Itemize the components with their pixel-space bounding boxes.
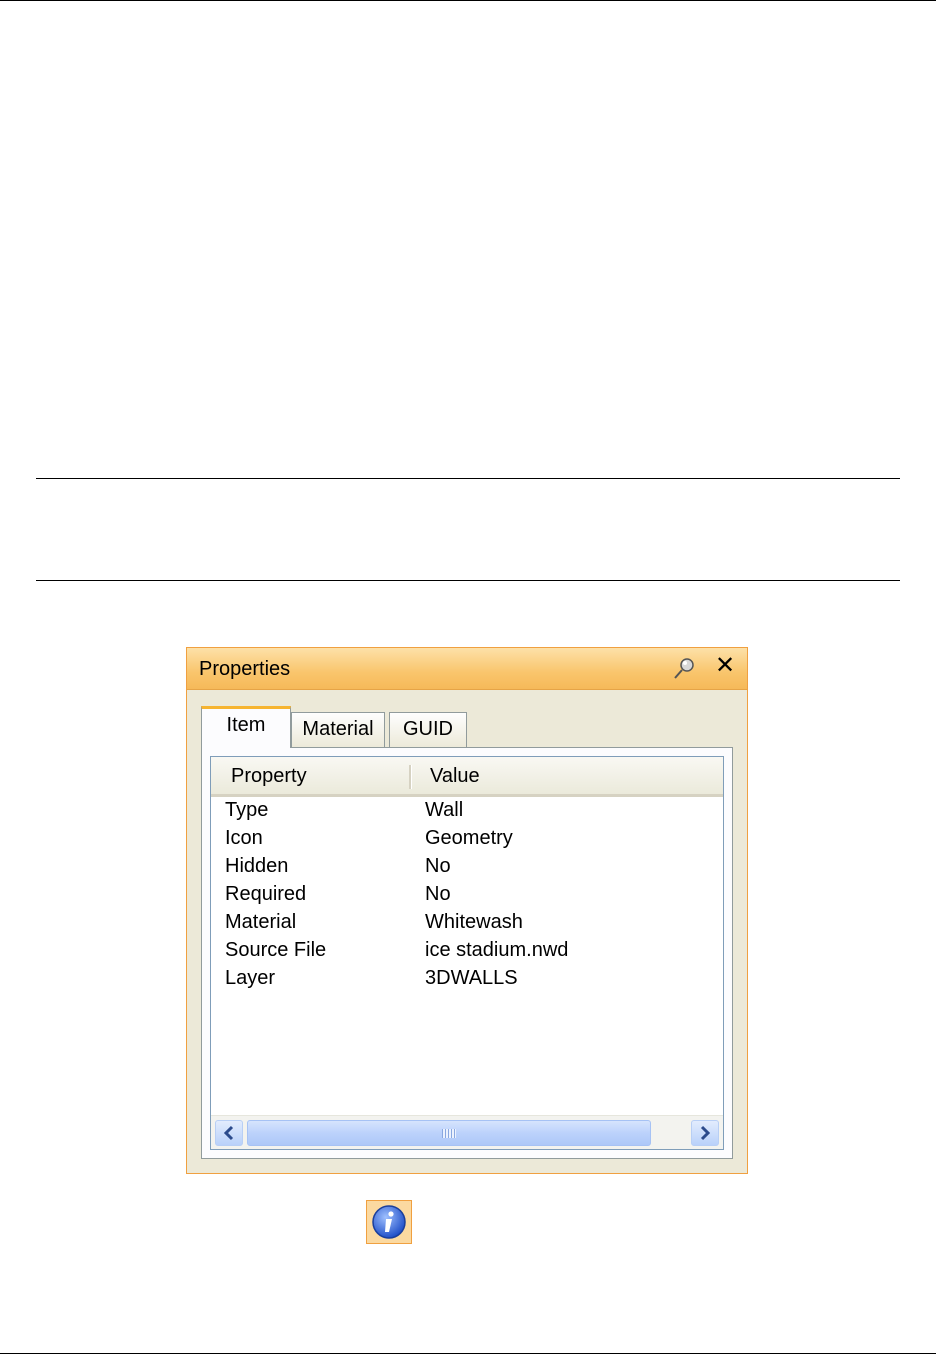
table-row[interactable]: Hidden No bbox=[211, 855, 723, 883]
property-value: ice stadium.nwd bbox=[425, 939, 569, 961]
tab-guid[interactable]: GUID bbox=[389, 712, 467, 748]
property-name: Required bbox=[225, 883, 307, 905]
property-value: No bbox=[425, 855, 451, 877]
chevron-left-icon bbox=[223, 1125, 234, 1141]
scroll-thumb[interactable] bbox=[247, 1120, 651, 1146]
column-divider[interactable] bbox=[409, 765, 412, 789]
property-value: Whitewash bbox=[425, 911, 523, 933]
bottom-rule bbox=[0, 1353, 936, 1354]
property-value: Geometry bbox=[425, 827, 513, 849]
chevron-right-icon bbox=[700, 1125, 711, 1141]
section-rule-upper bbox=[36, 478, 900, 479]
panel-title-bar[interactable]: Properties ✕ bbox=[187, 648, 747, 690]
horizontal-scrollbar[interactable] bbox=[211, 1115, 723, 1149]
property-list: Property Value Type Wall Icon Geometry H… bbox=[210, 756, 724, 1150]
property-name: Source File bbox=[225, 939, 327, 961]
table-row[interactable]: Type Wall bbox=[211, 799, 723, 827]
column-header-value[interactable]: Value bbox=[430, 765, 480, 788]
property-value: 3DWALLS bbox=[425, 967, 518, 989]
property-value: No bbox=[425, 883, 451, 905]
pin-icon[interactable] bbox=[671, 656, 697, 682]
table-row[interactable]: Material Whitewash bbox=[211, 911, 723, 939]
property-name: Type bbox=[225, 799, 269, 821]
properties-panel: Properties ✕ Item Material GUID Property… bbox=[186, 647, 748, 1174]
scroll-right-button[interactable] bbox=[691, 1120, 719, 1146]
close-icon[interactable]: ✕ bbox=[713, 654, 737, 678]
scroll-left-button[interactable] bbox=[215, 1120, 243, 1146]
property-rows: Type Wall Icon Geometry Hidden No Requir… bbox=[211, 799, 723, 995]
list-header: Property Value bbox=[211, 757, 723, 797]
table-row[interactable]: Layer 3DWALLS bbox=[211, 967, 723, 995]
tab-content: Property Value Type Wall Icon Geometry H… bbox=[201, 747, 733, 1159]
property-name: Material bbox=[225, 911, 297, 933]
panel-title: Properties bbox=[199, 658, 291, 680]
table-row[interactable]: Source File ice stadium.nwd bbox=[211, 939, 723, 967]
info-icon bbox=[366, 1200, 412, 1244]
table-row[interactable]: Icon Geometry bbox=[211, 827, 723, 855]
property-name: Icon bbox=[225, 827, 263, 849]
tab-material[interactable]: Material bbox=[291, 712, 385, 748]
table-row[interactable]: Required No bbox=[211, 883, 723, 911]
property-name: Layer bbox=[225, 967, 276, 989]
property-name: Hidden bbox=[225, 855, 289, 877]
top-rule bbox=[0, 0, 936, 1]
property-value: Wall bbox=[425, 799, 464, 821]
section-rule-lower bbox=[36, 580, 900, 581]
column-header-property[interactable]: Property bbox=[231, 765, 307, 788]
tab-item[interactable]: Item bbox=[201, 706, 291, 748]
grip-icon bbox=[442, 1129, 456, 1138]
